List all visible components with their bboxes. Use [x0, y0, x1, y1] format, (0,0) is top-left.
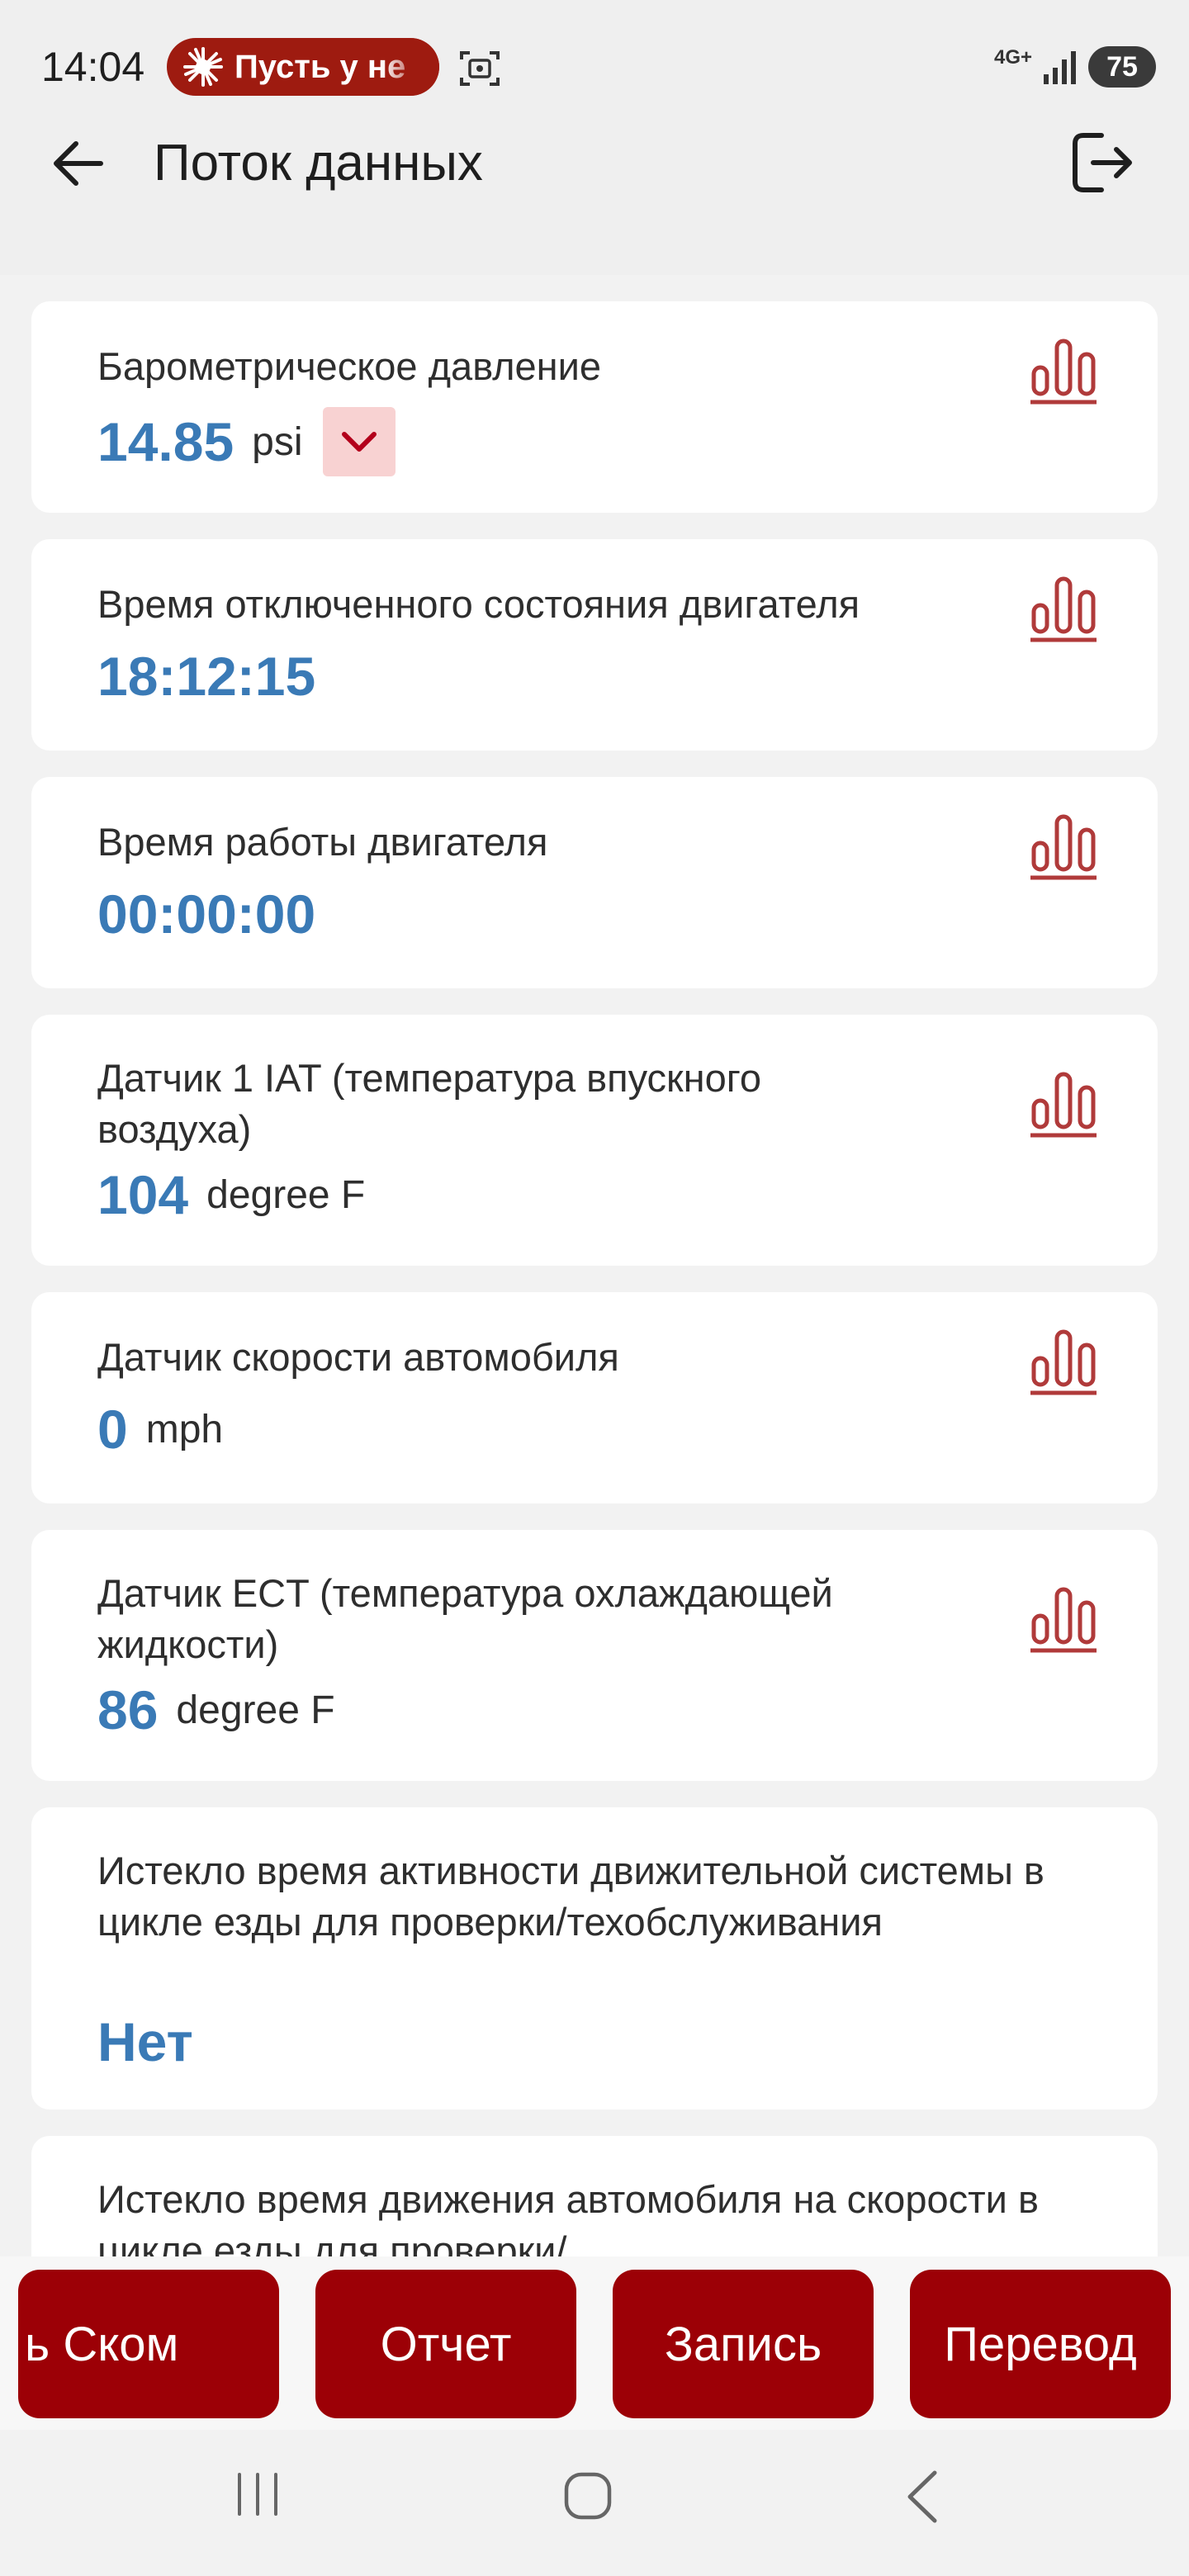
value-row: 18:12:15	[97, 645, 315, 708]
chevron-down-icon	[341, 432, 377, 452]
back-arrow-icon[interactable]	[46, 132, 109, 195]
card-label: Барометрическое давление	[97, 344, 601, 388]
value-row: 86 degree F	[97, 1679, 335, 1741]
system-nav-bar	[0, 2430, 1189, 2576]
report-button[interactable]: Отчет	[315, 2270, 576, 2418]
bottom-button-bar: ь Ском Отчет Запись Перевод	[0, 2256, 1189, 2430]
card-value: 14.85	[97, 411, 234, 472]
recents-icon[interactable]	[233, 2469, 282, 2519]
data-card[interactable]: Время отключенного состояния двигателя 1…	[31, 539, 1158, 751]
chart-icon[interactable]	[1029, 1583, 1098, 1654]
card-label: Истекло время движения автомобиля на ско…	[97, 2177, 1039, 2256]
scroll-button-partial[interactable]: ь Ском	[18, 2270, 279, 2418]
card-unit: mph	[145, 1407, 224, 1451]
data-card[interactable]: Барометрическое давление 14.85 psi	[31, 301, 1158, 513]
unit-dropdown-button[interactable]	[322, 407, 396, 476]
sparkle-icon	[183, 47, 223, 87]
nav-back-icon[interactable]	[902, 2468, 943, 2526]
value-row: Нет	[97, 2010, 193, 2073]
value-row: 00:00:00	[97, 883, 315, 945]
translate-button[interactable]: Перевод	[910, 2270, 1171, 2418]
card-value: 00:00:00	[97, 883, 316, 945]
card-label: Датчик ECT (температура охлаждающей жидк…	[97, 1571, 833, 1666]
chart-icon[interactable]	[1029, 810, 1098, 881]
value-row: 0 mph	[97, 1398, 223, 1461]
data-card[interactable]: Истекло время активности движительной си…	[31, 1807, 1158, 2110]
card-value: Нет	[97, 2011, 193, 2072]
card-label: Датчик 1 IAT (температура впускного возд…	[97, 1056, 761, 1151]
signal-icon	[1044, 51, 1076, 84]
value-row: 104 degree F	[97, 1163, 365, 1226]
card-label: Датчик скорости автомобиля	[97, 1335, 619, 1379]
status-time: 14:04	[41, 44, 145, 90]
card-label: Истекло время активности движительной си…	[97, 1849, 1045, 1944]
screenshot-icon	[460, 51, 500, 86]
chart-icon[interactable]	[1029, 334, 1098, 405]
page-title: Поток данных	[154, 135, 483, 192]
card-label: Время работы двигателя	[97, 820, 548, 864]
chart-icon[interactable]	[1029, 1068, 1098, 1139]
network-type: 4G+	[994, 46, 1033, 69]
chart-icon[interactable]	[1029, 1325, 1098, 1396]
card-unit: psi	[252, 419, 303, 464]
card-value: 104	[97, 1164, 189, 1225]
status-bar: 14:04 Пусть у не 4G+ 75	[0, 0, 1189, 136]
notification-text: Пусть у не	[234, 48, 406, 85]
exit-icon[interactable]	[1065, 125, 1139, 200]
data-card[interactable]: Датчик скорости автомобиля 0 mph	[31, 1292, 1158, 1503]
card-value: 18:12:15	[97, 646, 316, 707]
card-value: 86	[97, 1679, 159, 1740]
card-unit: degree F	[176, 1688, 335, 1732]
notification-pill[interactable]: Пусть у не	[167, 38, 439, 96]
chart-icon[interactable]	[1029, 572, 1098, 643]
card-unit: degree F	[206, 1172, 366, 1217]
record-button[interactable]: Запись	[613, 2270, 874, 2418]
value-row: 14.85 psi	[97, 407, 396, 476]
data-card[interactable]: Время работы двигателя 00:00:00	[31, 777, 1158, 988]
battery-indicator: 75	[1088, 46, 1156, 88]
data-card[interactable]: Датчик 1 IAT (температура впускного возд…	[31, 1015, 1158, 1266]
data-card[interactable]: Датчик ECT (температура охлаждающей жидк…	[31, 1530, 1158, 1781]
home-icon[interactable]	[561, 2469, 614, 2522]
data-card[interactable]: Истекло время движения автомобиля на ско…	[31, 2136, 1158, 2256]
card-value: 0	[97, 1399, 128, 1460]
data-stream-list[interactable]: Барометрическое давление 14.85 psi Время…	[0, 275, 1189, 2256]
card-label: Время отключенного состояния двигателя	[97, 582, 860, 626]
